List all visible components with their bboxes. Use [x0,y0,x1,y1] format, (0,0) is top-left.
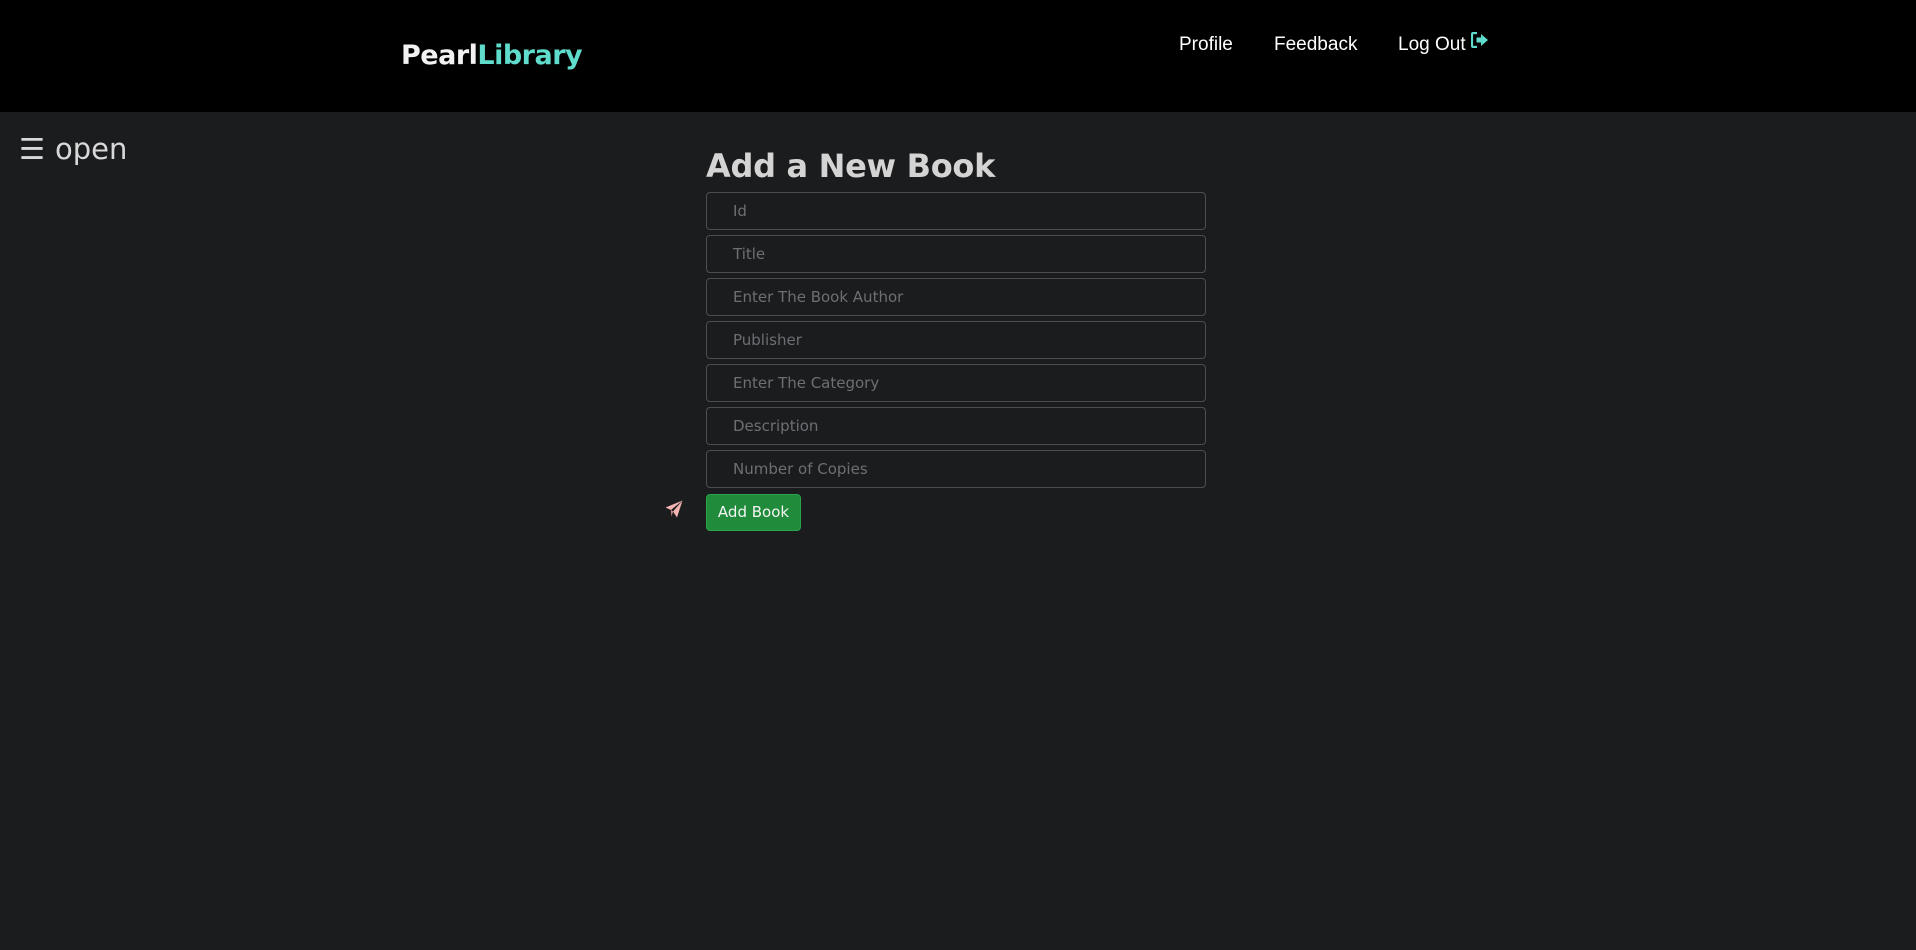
sign-out-icon [1470,30,1489,56]
hamburger-icon: ☰ [19,132,45,166]
book-id-input[interactable] [706,192,1206,230]
page-title: Add a New Book [706,147,996,185]
brand-name-part2: Library [477,40,583,71]
book-description-input[interactable] [706,407,1206,445]
book-category-input[interactable] [706,364,1206,402]
sidebar-open-label: open [55,132,128,166]
book-publisher-input[interactable] [706,321,1206,359]
top-navbar: PearlLibrary Profile Feedback Log Out [0,0,1916,112]
book-author-input[interactable] [706,278,1206,316]
book-title-input[interactable] [706,235,1206,273]
sidebar-open-button[interactable]: ☰ open [19,129,127,169]
add-book-button[interactable]: Add Book [706,494,801,531]
nav-profile-link[interactable]: Profile [1179,32,1233,58]
logout-label: Log Out [1398,34,1466,55]
paper-plane-icon [664,499,684,524]
nav-feedback-link[interactable]: Feedback [1274,32,1357,58]
brand-logo[interactable]: PearlLibrary [401,36,583,76]
book-copies-input[interactable] [706,450,1206,488]
brand-name-part1: Pearl [401,40,478,71]
nav-logout-link[interactable]: Log Out [1398,30,1489,58]
